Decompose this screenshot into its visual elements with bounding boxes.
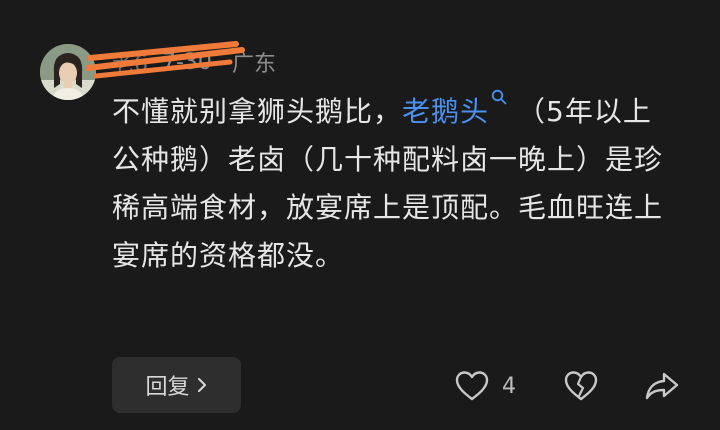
comment-location: 广东 xyxy=(231,52,276,77)
heart-icon xyxy=(455,371,489,401)
chevron-right-icon xyxy=(197,378,206,392)
reply-label: 回复 xyxy=(145,375,190,400)
search-icon xyxy=(491,89,507,105)
share-button[interactable] xyxy=(644,367,680,405)
avatar-image xyxy=(40,44,96,100)
dislike-button[interactable] xyxy=(563,367,599,405)
like-button[interactable]: 4 xyxy=(454,367,516,405)
comment-text: 不懂就别拿狮头鹅比，老鹅头 （5年以上公种鹅）老卤（几十种配料卤一晚上）是珍稀高端… xyxy=(112,88,674,280)
comment-date: 7-30 xyxy=(162,49,212,75)
keyword-link[interactable]: 老鹅头 xyxy=(402,89,517,128)
like-count: 4 xyxy=(502,373,516,399)
comment-meta: 老6 7-30 广东 xyxy=(86,41,276,79)
comment-text-start: 不懂就别拿狮头鹅比， xyxy=(112,95,403,128)
avatar[interactable] xyxy=(40,44,96,100)
share-arrow-icon xyxy=(645,372,679,400)
username[interactable]: 老6 xyxy=(86,41,245,79)
keyword-link-label: 老鹅头 xyxy=(402,95,490,128)
broken-heart-icon xyxy=(564,371,598,401)
reply-button[interactable]: 回复 xyxy=(112,357,241,413)
